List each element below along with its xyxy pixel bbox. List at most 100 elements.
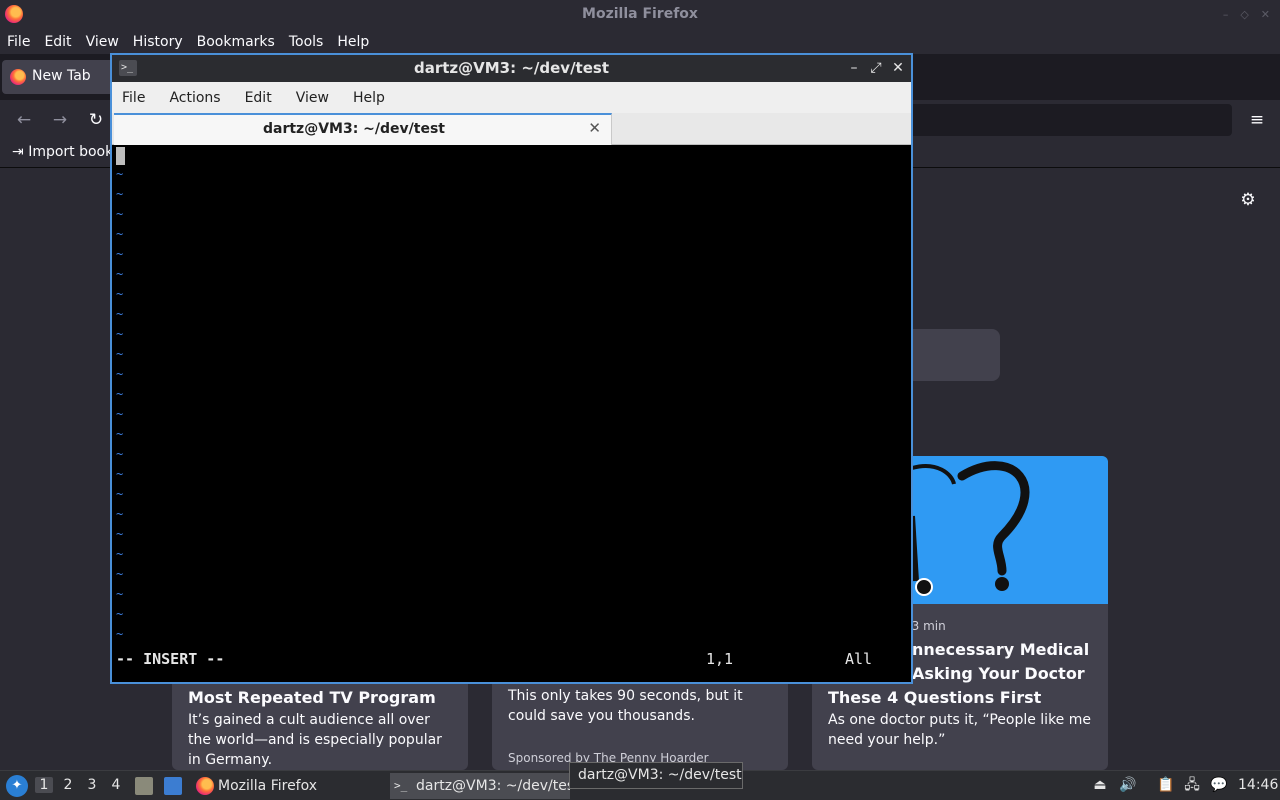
forward-arrow-icon[interactable]: → <box>48 108 72 132</box>
terminal-screen[interactable]: ~ ~ ~ ~ ~ ~ ~ ~ ~ ~ ~ ~ ~ ~ ~ ~ ~ ~ ~ ~ ~ ~ ~ ~ -- INSERT -- 1,… <box>114 145 911 682</box>
minimize-icon[interactable]: – <box>1223 8 1229 21</box>
menu-edit[interactable]: Edit <box>245 90 272 106</box>
vim-empty-line-tilde: ~ <box>116 627 124 641</box>
firefox-window-controls: – ◇ ✕ <box>1223 8 1270 21</box>
terminal-window: >_ dartz@VM3: ~/dev/test – ⤢ ✕ File Acti… <box>110 53 913 684</box>
terminal-window-title: dartz@VM3: ~/dev/test <box>413 59 609 77</box>
firefox-icon <box>196 777 214 795</box>
workspace-4[interactable]: 4 <box>107 777 125 793</box>
menu-help[interactable]: Help <box>353 90 385 106</box>
start-menu-icon[interactable]: ✦ <box>6 775 28 797</box>
vim-empty-line-tilde: ~ <box>116 507 124 521</box>
eject-icon[interactable]: ⏏ <box>1091 776 1109 794</box>
menu-view[interactable]: View <box>296 90 329 106</box>
vim-empty-line-tilde: ~ <box>116 167 124 181</box>
settings-gear-icon[interactable]: ⚙ <box>1238 190 1258 210</box>
vim-cursor-position: 1,1 <box>706 650 734 668</box>
story-excerpt: As one doctor puts it, “People like me n… <box>828 712 1091 748</box>
menu-file[interactable]: File <box>7 34 30 50</box>
hamburger-menu-icon[interactable]: ≡ <box>1246 108 1268 132</box>
vim-scroll-indicator: All <box>845 650 873 668</box>
volume-icon[interactable]: 🔊 <box>1119 776 1137 794</box>
menu-help[interactable]: Help <box>337 34 369 50</box>
workspace-2[interactable]: 2 <box>59 777 77 793</box>
firefox-titlebar: Mozilla Firefox – ◇ ✕ <box>0 0 1280 29</box>
taskbar-task-firefox[interactable]: Mozilla Firefox <box>192 773 382 799</box>
minimize-icon[interactable]: – <box>847 59 861 77</box>
vim-empty-line-tilde: ~ <box>116 207 124 221</box>
taskbar-task-label: dartz@VM3: ~/dev/tes <box>416 778 570 794</box>
vim-empty-line-tilde: ~ <box>116 487 124 501</box>
close-tab-icon[interactable]: ✕ <box>588 119 601 137</box>
clipboard-icon[interactable]: 📋 <box>1157 776 1175 794</box>
close-icon[interactable]: ✕ <box>891 59 905 77</box>
vim-empty-line-tilde: ~ <box>116 227 124 241</box>
import-icon: ⇥ <box>12 144 24 160</box>
terminal-tabstrip: dartz@VM3: ~/dev/test ✕ <box>112 113 911 145</box>
vim-empty-line-tilde: ~ <box>116 267 124 281</box>
vim-mode-indicator: -- INSERT -- <box>116 650 225 668</box>
vim-empty-line-tilde: ~ <box>116 247 124 261</box>
notification-icon[interactable]: 💬 <box>1210 776 1228 794</box>
menu-view[interactable]: View <box>86 34 119 50</box>
vim-empty-line-tilde: ~ <box>116 367 124 381</box>
vim-empty-line-tilde: ~ <box>116 447 124 461</box>
terminal-titlebar[interactable]: >_ dartz@VM3: ~/dev/test – ⤢ ✕ <box>112 55 911 82</box>
story-title-line: nnecessary Medical <box>912 640 1090 659</box>
back-arrow-icon[interactable]: ← <box>12 108 36 132</box>
workspace-1[interactable]: 1 <box>35 777 53 793</box>
new-tab-search-box[interactable] <box>900 329 1000 381</box>
maximize-icon[interactable]: ◇ <box>1240 8 1248 21</box>
story-title: Most Repeated TV Program <box>188 688 436 707</box>
vim-empty-line-tilde: ~ <box>116 327 124 341</box>
taskbar-tooltip: dartz@VM3: ~/dev/test <box>569 762 743 789</box>
close-icon[interactable]: ✕ <box>1261 8 1270 21</box>
menu-edit[interactable]: Edit <box>44 34 71 50</box>
terminal-tab-label: dartz@VM3: ~/dev/test <box>262 121 445 137</box>
vim-status-line: -- INSERT -- 1,1 All <box>114 650 911 670</box>
story-title-line: These 4 Questions First <box>828 688 1042 707</box>
terminal-menubar: File Actions Edit View Help <box>112 82 911 113</box>
story-title-line: Asking Your Doctor <box>912 664 1085 683</box>
import-bookmarks-button[interactable]: ⇥ Import book <box>12 144 113 160</box>
vim-empty-line-tilde: ~ <box>116 347 124 361</box>
firefox-menubar: File Edit View History Bookmarks Tools H… <box>0 29 1280 54</box>
vim-empty-line-tilde: ~ <box>116 427 124 441</box>
vim-empty-line-tilde: ~ <box>116 547 124 561</box>
vim-empty-line-tilde: ~ <box>116 287 124 301</box>
vim-empty-line-tilde: ~ <box>116 467 124 481</box>
menu-tools[interactable]: Tools <box>289 34 324 50</box>
terminal-tab[interactable]: dartz@VM3: ~/dev/test ✕ <box>114 113 612 145</box>
clock[interactable]: 14:46 <box>1238 777 1278 793</box>
story-excerpt: It’s gained a cult audience all over the… <box>188 712 442 768</box>
vim-empty-line-tilde: ~ <box>116 387 124 401</box>
vim-empty-line-tilde: ~ <box>116 587 124 601</box>
menu-file[interactable]: File <box>122 90 145 106</box>
show-desktop-icon[interactable] <box>164 777 182 795</box>
workspace-3[interactable]: 3 <box>83 777 101 793</box>
story-excerpt: This only takes 90 seconds, but it could… <box>508 688 743 724</box>
terminal-window-controls: – ⤢ ✕ <box>847 59 905 77</box>
vim-empty-line-tilde: ~ <box>116 187 124 201</box>
vim-empty-line-tilde: ~ <box>116 607 124 621</box>
network-icon[interactable]: 🖧 <box>1183 776 1201 794</box>
menu-bookmarks[interactable]: Bookmarks <box>197 34 275 50</box>
vim-empty-line-tilde: ~ <box>116 567 124 581</box>
tab-label: New Tab <box>32 68 91 84</box>
maximize-icon[interactable]: ⤢ <box>869 59 883 77</box>
menu-history[interactable]: History <box>133 34 183 50</box>
menu-actions[interactable]: Actions <box>169 90 220 106</box>
file-manager-icon[interactable] <box>135 777 153 795</box>
tab-new-tab[interactable]: New Tab <box>2 60 122 94</box>
taskbar-task-terminal[interactable]: >_ dartz@VM3: ~/dev/tes <box>390 773 570 799</box>
vim-empty-line-tilde: ~ <box>116 307 124 321</box>
vim-empty-line-tilde: ~ <box>116 407 124 421</box>
text-cursor <box>116 147 125 165</box>
url-bar[interactable] <box>900 104 1232 136</box>
firefox-tab-icon <box>10 69 26 85</box>
taskbar-task-label: Mozilla Firefox <box>218 778 318 794</box>
terminal-icon: >_ <box>394 779 408 792</box>
vim-empty-line-tilde: ~ <box>116 527 124 541</box>
reload-icon[interactable]: ↻ <box>84 108 108 132</box>
firefox-window-title: Mozilla Firefox <box>582 6 698 22</box>
